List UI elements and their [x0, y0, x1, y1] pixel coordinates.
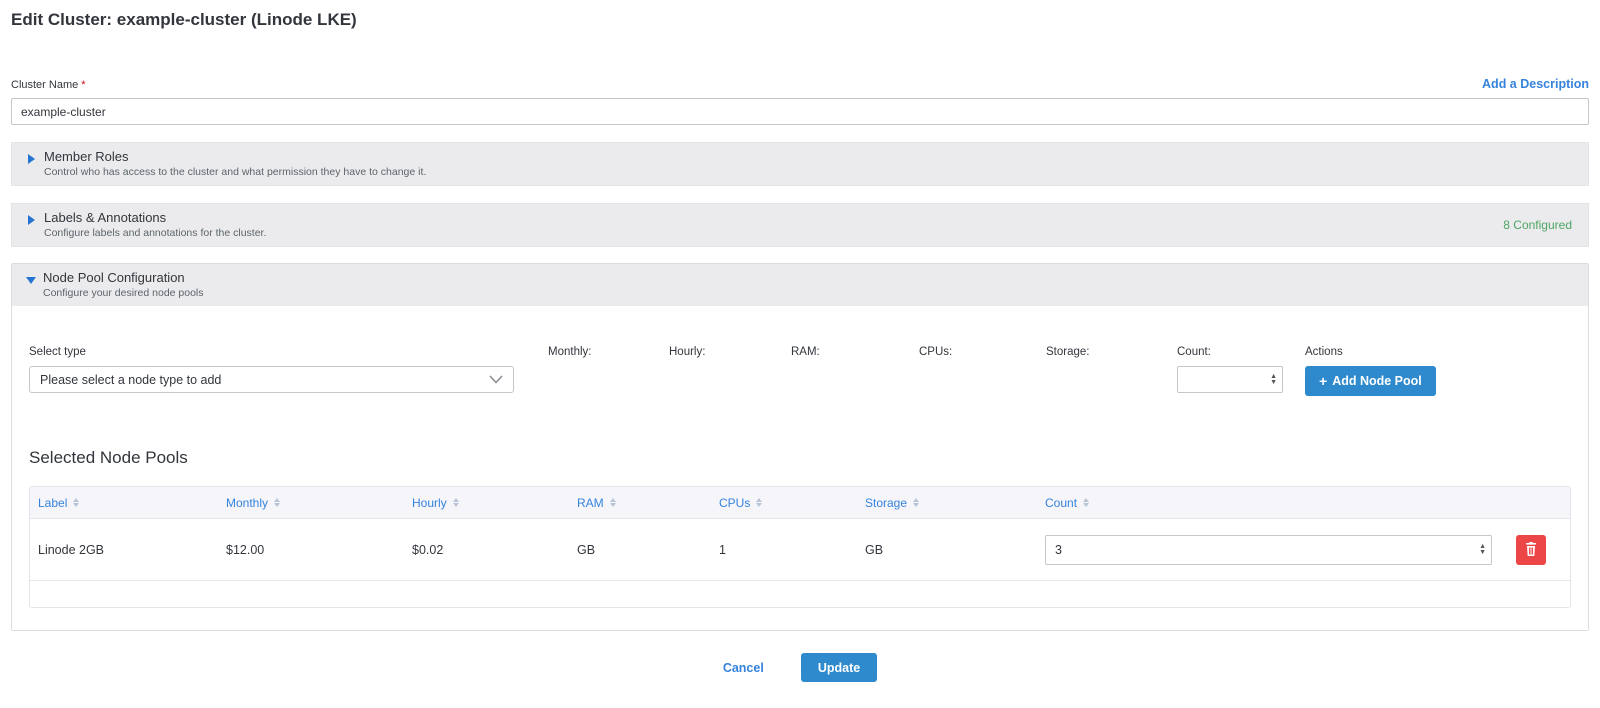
sort-icon	[274, 498, 280, 507]
member-roles-text: Member Roles Control who has access to t…	[44, 149, 426, 179]
storage-label: Storage:	[1046, 346, 1177, 358]
column-header-text: Hourly	[412, 496, 447, 510]
sort-icon	[453, 498, 459, 507]
form-actions: Cancel Update	[11, 653, 1589, 682]
configured-count-badge: 8 Configured	[1503, 218, 1572, 232]
cell-pool-ram: GB	[569, 543, 711, 557]
node-pool-config-title: Node Pool Configuration	[43, 270, 204, 286]
labels-annotations-text: Labels & Annotations Configure labels an…	[44, 210, 266, 240]
actions-column: Actions + Add Node Pool	[1305, 346, 1436, 396]
selected-pools-table: Label Monthly Hourly RAM	[29, 486, 1571, 608]
member-roles-panel[interactable]: Member Roles Control who has access to t…	[11, 142, 1589, 186]
select-type-label: Select type	[29, 346, 514, 358]
column-header-text: RAM	[577, 496, 604, 510]
cell-pool-storage: GB	[857, 543, 1037, 557]
expand-caret-icon	[28, 215, 35, 225]
column-header-count[interactable]: Count	[1037, 496, 1508, 510]
chevron-down-icon	[489, 375, 503, 384]
monthly-label: Monthly:	[548, 346, 669, 358]
add-node-pool-button[interactable]: + Add Node Pool	[1305, 366, 1436, 396]
count-label: Count:	[1177, 346, 1305, 358]
cell-pool-cpus: 1	[711, 543, 857, 557]
cell-pool-hourly: $0.02	[404, 543, 569, 557]
delete-pool-button[interactable]	[1516, 535, 1546, 565]
node-type-select-placeholder: Please select a node type to add	[40, 373, 221, 387]
member-roles-subtitle: Control who has access to the cluster an…	[44, 166, 426, 179]
cancel-button[interactable]: Cancel	[723, 661, 764, 675]
ram-column: RAM:	[791, 346, 919, 366]
labels-annotations-subtitle: Configure labels and annotations for the…	[44, 227, 266, 240]
cell-pool-actions	[1508, 535, 1570, 565]
cell-pool-count: ▲▼	[1037, 535, 1508, 565]
required-asterisk: *	[81, 79, 85, 91]
column-header-storage[interactable]: Storage	[857, 496, 1037, 510]
sort-icon	[913, 498, 919, 507]
sort-icon	[610, 498, 616, 507]
hourly-column: Hourly:	[669, 346, 791, 366]
row-count-input[interactable]	[1046, 536, 1491, 564]
table-footer-strip	[30, 581, 1570, 607]
add-description-link[interactable]: Add a Description	[1482, 77, 1589, 91]
add-pool-count-input[interactable]	[1178, 367, 1282, 392]
sort-icon	[73, 498, 79, 507]
sort-icon	[756, 498, 762, 507]
node-pool-config-subtitle: Configure your desired node pools	[43, 287, 204, 300]
column-header-label[interactable]: Label	[30, 496, 218, 510]
member-roles-title: Member Roles	[44, 149, 426, 165]
trash-icon	[1524, 542, 1538, 557]
number-stepper-icon[interactable]: ▲▼	[1270, 374, 1277, 386]
cell-pool-monthly: $12.00	[218, 543, 404, 557]
column-header-hourly[interactable]: Hourly	[404, 496, 569, 510]
cpus-label: CPUs:	[919, 346, 1046, 358]
plus-icon: +	[1319, 374, 1327, 388]
row-count-input-wrap: ▲▼	[1045, 535, 1492, 565]
node-pool-config-section: Node Pool Configuration Configure your d…	[11, 263, 1589, 631]
node-pool-config-header[interactable]: Node Pool Configuration Configure your d…	[12, 264, 1588, 306]
hourly-label: Hourly:	[669, 346, 791, 358]
add-node-pool-button-label: Add Node Pool	[1332, 374, 1422, 388]
node-type-select[interactable]: Please select a node type to add	[29, 366, 514, 393]
sort-icon	[1083, 498, 1089, 507]
expand-caret-icon	[28, 154, 35, 164]
number-stepper-icon[interactable]: ▲▼	[1479, 544, 1486, 556]
cell-pool-label: Linode 2GB	[30, 543, 218, 557]
labels-annotations-title: Labels & Annotations	[44, 210, 266, 226]
node-pool-config-text: Node Pool Configuration Configure your d…	[43, 270, 204, 300]
actions-label: Actions	[1305, 346, 1436, 358]
table-header-row: Label Monthly Hourly RAM	[30, 487, 1570, 519]
column-header-text: CPUs	[719, 496, 750, 510]
monthly-column: Monthly:	[548, 346, 669, 366]
cpus-column: CPUs:	[919, 346, 1046, 366]
cluster-name-header-row: Cluster Name* Add a Description	[11, 77, 1589, 91]
column-header-text: Count	[1045, 496, 1077, 510]
table-row: Linode 2GB $12.00 $0.02 GB 1 GB ▲▼	[30, 519, 1570, 581]
update-button[interactable]: Update	[801, 653, 877, 682]
page-title: Edit Cluster: example-cluster (Linode LK…	[11, 10, 1589, 30]
column-header-ram[interactable]: RAM	[569, 496, 711, 510]
select-type-column: Select type Please select a node type to…	[29, 346, 514, 393]
cluster-name-input[interactable]	[11, 98, 1589, 125]
column-header-text: Storage	[865, 496, 907, 510]
storage-column: Storage:	[1046, 346, 1177, 366]
add-pool-count-input-wrap: ▲▼	[1177, 366, 1283, 393]
node-pool-config-body: Select type Please select a node type to…	[12, 346, 1588, 630]
column-header-text: Monthly	[226, 496, 268, 510]
labels-annotations-panel[interactable]: Labels & Annotations Configure labels an…	[11, 203, 1589, 247]
column-header-monthly[interactable]: Monthly	[218, 496, 404, 510]
add-node-pool-row: Select type Please select a node type to…	[29, 346, 1571, 396]
count-column: Count: ▲▼	[1177, 346, 1305, 393]
edit-cluster-page: Edit Cluster: example-cluster (Linode LK…	[0, 10, 1600, 682]
selected-node-pools-heading: Selected Node Pools	[29, 448, 1571, 468]
column-header-cpus[interactable]: CPUs	[711, 496, 857, 510]
ram-label: RAM:	[791, 346, 919, 358]
cluster-name-label-text: Cluster Name	[11, 79, 78, 91]
column-header-text: Label	[38, 496, 67, 510]
cluster-name-label: Cluster Name*	[11, 79, 86, 91]
collapse-caret-icon	[26, 277, 36, 284]
